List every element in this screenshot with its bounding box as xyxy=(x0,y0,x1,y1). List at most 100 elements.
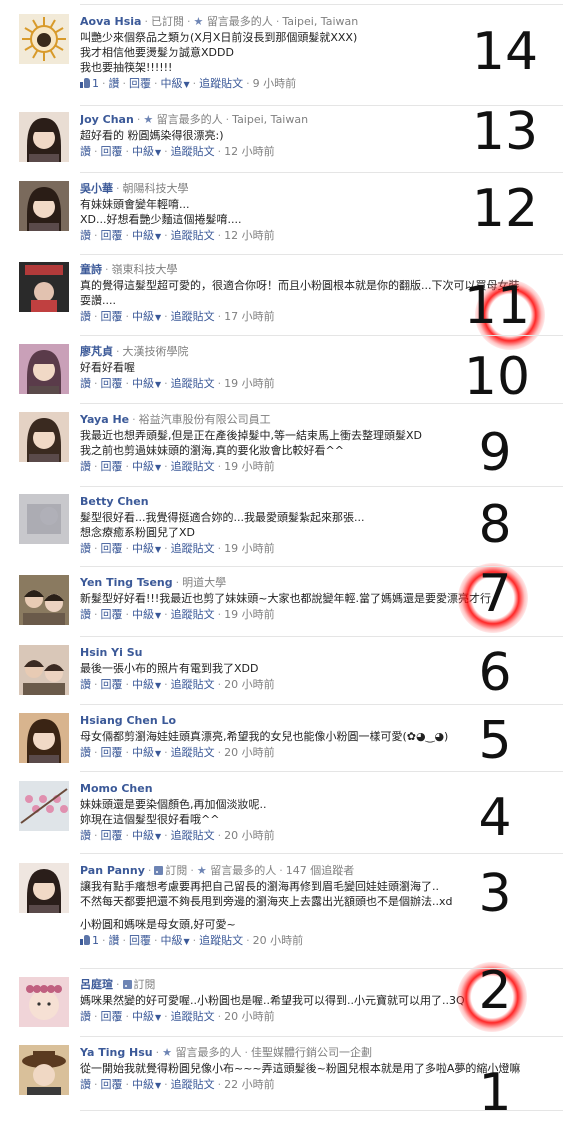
reply-button[interactable]: 回覆 xyxy=(101,1078,123,1091)
like-button[interactable]: 讚 xyxy=(80,377,91,390)
author-name-link[interactable]: 童詩 xyxy=(80,263,102,276)
timestamp-link[interactable]: 19 小時前 xyxy=(224,377,275,390)
author-name-link[interactable]: Yen Ting Tseng xyxy=(80,576,173,589)
follow-post-button[interactable]: 追蹤貼文 xyxy=(171,377,215,390)
reply-button[interactable]: 回覆 xyxy=(101,829,123,842)
level-dropdown[interactable]: 中級 xyxy=(132,608,154,621)
subscribe-link[interactable]: 訂閱 xyxy=(134,978,156,991)
timestamp-link[interactable]: 19 小時前 xyxy=(224,460,275,473)
like-button[interactable]: 讚 xyxy=(109,934,120,947)
reply-button[interactable]: 回覆 xyxy=(101,377,123,390)
reply-button[interactable]: 回覆 xyxy=(101,460,123,473)
avatar[interactable] xyxy=(19,863,69,913)
avatar[interactable] xyxy=(19,977,69,1027)
level-dropdown[interactable]: 中級 xyxy=(132,229,154,242)
timestamp-link[interactable]: 12 小時前 xyxy=(224,229,275,242)
timestamp-link[interactable]: 22 小時前 xyxy=(224,1078,275,1091)
reply-button[interactable]: 回覆 xyxy=(101,310,123,323)
level-dropdown[interactable]: 中級 xyxy=(132,377,154,390)
like-button[interactable]: 讚 xyxy=(80,608,91,621)
follow-post-button[interactable]: 追蹤貼文 xyxy=(171,746,215,759)
reply-button[interactable]: 回覆 xyxy=(101,1010,123,1023)
author-name-link[interactable]: Hsin Yi Su xyxy=(80,646,143,659)
avatar[interactable] xyxy=(19,494,69,544)
like-button[interactable]: 讚 xyxy=(80,145,91,158)
follow-post-button[interactable]: 追蹤貼文 xyxy=(171,542,215,555)
timestamp-link[interactable]: 20 小時前 xyxy=(224,746,275,759)
reply-button[interactable]: 回覆 xyxy=(101,746,123,759)
like-button[interactable]: 讚 xyxy=(80,746,91,759)
timestamp-link[interactable]: 20 小時前 xyxy=(224,1010,275,1023)
avatar[interactable] xyxy=(19,412,69,462)
avatar[interactable] xyxy=(19,645,69,695)
avatar[interactable] xyxy=(19,781,69,831)
level-dropdown[interactable]: 中級 xyxy=(132,829,154,842)
reply-button[interactable]: 回覆 xyxy=(129,77,151,90)
avatar[interactable] xyxy=(19,112,69,162)
follow-post-button[interactable]: 追蹤貼文 xyxy=(171,608,215,621)
reply-button[interactable]: 回覆 xyxy=(101,229,123,242)
reply-button[interactable]: 回覆 xyxy=(101,608,123,621)
like-button[interactable]: 讚 xyxy=(80,542,91,555)
like-button[interactable]: 讚 xyxy=(80,229,91,242)
level-dropdown[interactable]: 中級 xyxy=(161,77,183,90)
timestamp-link[interactable]: 9 小時前 xyxy=(253,77,297,90)
timestamp-link[interactable]: 20 小時前 xyxy=(224,678,275,691)
like-count[interactable]: 1 xyxy=(92,77,99,90)
level-dropdown[interactable]: 中級 xyxy=(132,542,154,555)
subscribe-link[interactable]: 訂閱 xyxy=(165,864,187,877)
like-count[interactable]: 1 xyxy=(92,934,99,947)
like-button[interactable]: 讚 xyxy=(80,310,91,323)
like-button[interactable]: 讚 xyxy=(80,460,91,473)
reply-button[interactable]: 回覆 xyxy=(129,934,151,947)
follow-post-button[interactable]: 追蹤貼文 xyxy=(171,1010,215,1023)
author-name-link[interactable]: 廖芃貞 xyxy=(80,345,113,358)
timestamp-link[interactable]: 19 小時前 xyxy=(224,608,275,621)
follow-post-button[interactable]: 追蹤貼文 xyxy=(199,77,243,90)
follow-post-button[interactable]: 追蹤貼文 xyxy=(199,934,243,947)
follow-post-button[interactable]: 追蹤貼文 xyxy=(171,229,215,242)
timestamp-link[interactable]: 12 小時前 xyxy=(224,145,275,158)
follow-post-button[interactable]: 追蹤貼文 xyxy=(171,145,215,158)
like-button[interactable]: 讚 xyxy=(109,77,120,90)
author-name-link[interactable]: Hsiang Chen Lo xyxy=(80,714,176,727)
avatar[interactable] xyxy=(19,575,69,625)
author-name-link[interactable]: Aova Hsia xyxy=(80,15,141,28)
author-name-link[interactable]: Betty Chen xyxy=(80,495,149,508)
timestamp-link[interactable]: 20 小時前 xyxy=(253,934,304,947)
follow-post-button[interactable]: 追蹤貼文 xyxy=(171,678,215,691)
author-name-link[interactable]: Momo Chen xyxy=(80,782,153,795)
author-name-link[interactable]: 吳小華 xyxy=(80,182,113,195)
level-dropdown[interactable]: 中級 xyxy=(132,1010,154,1023)
author-name-link[interactable]: Ya Ting Hsu xyxy=(80,1046,153,1059)
level-dropdown[interactable]: 中級 xyxy=(132,1078,154,1091)
author-name-link[interactable]: 呂庭瑄 xyxy=(80,978,113,991)
like-button[interactable]: 讚 xyxy=(80,1010,91,1023)
reply-button[interactable]: 回覆 xyxy=(101,542,123,555)
follow-post-button[interactable]: 追蹤貼文 xyxy=(171,1078,215,1091)
level-dropdown[interactable]: 中級 xyxy=(132,746,154,759)
avatar[interactable] xyxy=(19,1045,69,1095)
follow-post-button[interactable]: 追蹤貼文 xyxy=(171,460,215,473)
avatar[interactable] xyxy=(19,181,69,231)
author-name-link[interactable]: Pan Panny xyxy=(80,864,145,877)
like-button[interactable]: 讚 xyxy=(80,1078,91,1091)
reply-button[interactable]: 回覆 xyxy=(101,678,123,691)
author-name-link[interactable]: Joy Chan xyxy=(80,113,134,126)
follow-post-button[interactable]: 追蹤貼文 xyxy=(171,829,215,842)
timestamp-link[interactable]: 19 小時前 xyxy=(224,542,275,555)
avatar[interactable] xyxy=(19,344,69,394)
level-dropdown[interactable]: 中級 xyxy=(132,145,154,158)
avatar[interactable] xyxy=(19,713,69,763)
level-dropdown[interactable]: 中級 xyxy=(132,460,154,473)
level-dropdown[interactable]: 中級 xyxy=(132,678,154,691)
follow-post-button[interactable]: 追蹤貼文 xyxy=(171,310,215,323)
reply-button[interactable]: 回覆 xyxy=(101,145,123,158)
avatar[interactable] xyxy=(19,14,69,64)
level-dropdown[interactable]: 中級 xyxy=(161,934,183,947)
author-name-link[interactable]: Yaya He xyxy=(80,413,129,426)
level-dropdown[interactable]: 中級 xyxy=(132,310,154,323)
timestamp-link[interactable]: 20 小時前 xyxy=(224,829,275,842)
like-button[interactable]: 讚 xyxy=(80,829,91,842)
like-button[interactable]: 讚 xyxy=(80,678,91,691)
